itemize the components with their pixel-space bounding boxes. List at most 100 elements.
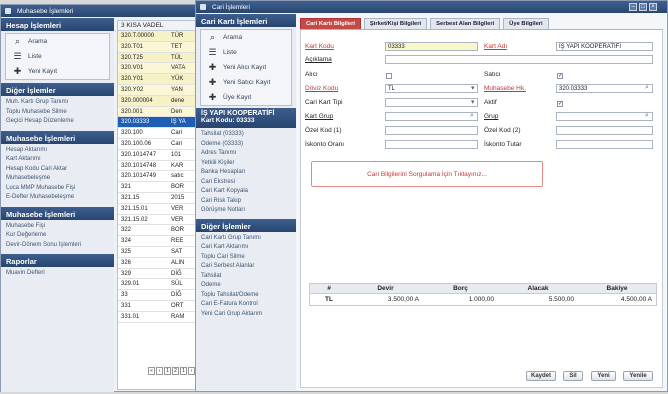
- cari-link[interactable]: Cari Serbest Alanlar: [196, 262, 296, 272]
- account-row[interactable]: 33 DİĞ: [118, 290, 200, 301]
- cari-link[interactable]: Adres Tanımı: [196, 149, 296, 159]
- sidebar-link[interactable]: Luca MMP Muhasebe Fişi: [1, 184, 114, 194]
- dropdown-arrow-icon[interactable]: ▾: [471, 84, 475, 92]
- account-row[interactable]: 320.T01 TET: [118, 41, 200, 53]
- sidebar-link[interactable]: Muh. Kartı Grup Tanımı: [1, 98, 114, 108]
- sidebar-link[interactable]: Toplu Muhasebe Silme: [1, 108, 114, 118]
- cari-link[interactable]: Cari Kartı Grup Tanımı: [196, 234, 296, 244]
- account-row[interactable]: 320.Y01 YÜK: [118, 74, 200, 85]
- account-row[interactable]: 326 ALIN: [118, 258, 200, 269]
- delete-button[interactable]: Sil: [563, 371, 583, 381]
- search-icon[interactable]: ⌕: [645, 84, 649, 92]
- new-button[interactable]: Yeni: [591, 371, 616, 381]
- account-row[interactable]: 325 SAT: [118, 247, 200, 258]
- sidebar-link[interactable]: Muavin Defteri: [1, 269, 114, 279]
- satici-checkbox[interactable]: ✓: [557, 73, 563, 79]
- yeni-kayit-button[interactable]: ✚ Yeni Kayıt: [6, 64, 109, 79]
- cari-link[interactable]: Yeni Cari Grup Aktarım: [196, 310, 296, 320]
- cari-kart-tipi-select[interactable]: [385, 98, 478, 107]
- sidebar-link[interactable]: Kur Değerleme: [1, 231, 114, 241]
- account-row[interactable]: 321 BOR: [118, 182, 200, 193]
- account-row[interactable]: 320.T25 TÜL: [118, 52, 200, 64]
- grup-input[interactable]: [556, 112, 653, 121]
- pager-button[interactable]: ›: [188, 367, 195, 375]
- cari-link[interactable]: Yetkili Kişiler: [196, 159, 296, 169]
- tab-uye-bilgileri[interactable]: Üye Bilgileri: [503, 18, 549, 29]
- account-row[interactable]: 329 DİĞ: [118, 269, 200, 280]
- account-row[interactable]: 331 ORT: [118, 301, 200, 312]
- pager-button[interactable]: 2: [172, 367, 179, 375]
- cari-link[interactable]: Cari Risk Takip: [196, 197, 296, 207]
- account-row[interactable]: 320.V01 VATA: [118, 63, 200, 75]
- cari-link[interactable]: Görüşme Notları: [196, 206, 296, 216]
- account-row[interactable]: 320.1014747 101: [118, 150, 200, 161]
- cari-link[interactable]: Banka Hesapları: [196, 168, 296, 178]
- iskonto-tutar-input[interactable]: [556, 140, 653, 149]
- account-row[interactable]: 321.15.02 VER: [118, 215, 200, 226]
- cari-link[interactable]: Tahsilat (03333): [196, 130, 296, 140]
- muhasebe-hk-input[interactable]: 320.03333: [556, 84, 653, 93]
- kart-kodu-input[interactable]: 03333: [385, 42, 478, 51]
- refresh-button[interactable]: Yenile: [623, 371, 653, 381]
- account-row[interactable]: 322 BOR: [118, 225, 200, 237]
- tab-sirket-kisi-bilgileri[interactable]: Şirket/Kişi Bilgileri: [363, 18, 428, 29]
- account-row[interactable]: 329.01 SÜL: [118, 279, 200, 291]
- account-row[interactable]: 320.000004 dene: [118, 95, 200, 107]
- iskonto-orani-input[interactable]: [385, 140, 478, 149]
- account-row[interactable]: 320.001 Den: [118, 106, 200, 118]
- account-row[interactable]: 321.15 2015: [118, 193, 200, 204]
- alici-checkbox[interactable]: [386, 73, 392, 79]
- kart-grup-input[interactable]: [385, 112, 478, 121]
- sidebar-link[interactable]: Hesap Aktarımı: [1, 146, 114, 156]
- account-row[interactable]: 320.100.06 Cari: [118, 139, 200, 150]
- account-row[interactable]: 320.1014749 satıc: [118, 171, 200, 183]
- search-icon[interactable]: ⌕: [470, 112, 474, 120]
- tab-cari-karti-bilgileri[interactable]: Cari Kartı Bilgileri: [300, 18, 361, 29]
- account-row[interactable]: 320.Y02 YAN: [118, 84, 200, 96]
- sidebar-link[interactable]: Muhasebeleşme: [1, 174, 114, 184]
- doviz-kodu-select[interactable]: TL: [385, 84, 478, 93]
- cari-link[interactable]: Toplu Cari Silme: [196, 253, 296, 263]
- uye-kayit-button[interactable]: ✚ Üye Kayıt: [201, 90, 291, 105]
- sidebar-link[interactable]: Kart Aktarımı: [1, 155, 114, 165]
- cari-sorgulama-button[interactable]: Cari Bilgilerini Sorgulama İçin Tıklayın…: [311, 161, 543, 187]
- cari-link[interactable]: Ödeme (03333): [196, 140, 296, 150]
- cari-arama-button[interactable]: ⌕ Arama: [201, 30, 291, 45]
- sidebar-link[interactable]: Muhasebe Fişi: [1, 222, 114, 232]
- yeni-satici-button[interactable]: ✚ Yeni Satıcı Kayıt: [201, 75, 291, 90]
- cari-link[interactable]: Tahsilat: [196, 272, 296, 282]
- ozel-kod-2-input[interactable]: [556, 126, 653, 135]
- aciklama-input[interactable]: [385, 55, 653, 64]
- pager-button[interactable]: «: [148, 367, 155, 375]
- dropdown-arrow-icon[interactable]: ▾: [471, 98, 475, 106]
- account-row[interactable]: 324 REE: [118, 236, 200, 247]
- pager-button[interactable]: ‹: [156, 367, 163, 375]
- account-row[interactable]: 321.15.01 VER: [118, 204, 200, 215]
- sidebar-link[interactable]: Geçici Hesap Düzenleme: [1, 117, 114, 127]
- cari-link[interactable]: Cari E-Fatura Kontrol: [196, 300, 296, 310]
- save-button[interactable]: Kaydet: [526, 371, 556, 381]
- minimize-icon[interactable]: ‒: [629, 3, 637, 11]
- yeni-alici-button[interactable]: ✚ Yeni Alıcı Kayıt: [201, 60, 291, 75]
- account-row[interactable]: 331.01 RAM: [118, 312, 200, 323]
- pager-button[interactable]: 1: [164, 367, 171, 375]
- maximize-icon[interactable]: □: [639, 3, 647, 11]
- account-row[interactable]: 320.T.00000 TÜR: [118, 31, 200, 42]
- pager-button[interactable]: 1: [180, 367, 187, 375]
- tab-serbest-alan-bilgileri[interactable]: Serbest Alan Bilgileri: [430, 18, 501, 29]
- kart-adi-input[interactable]: İŞ YAPI KOOPERATİFİ: [556, 42, 653, 51]
- sidebar-link[interactable]: E-Defter Muhasebeleşme: [1, 193, 114, 203]
- cari-liste-button[interactable]: ☰ Liste: [201, 45, 291, 60]
- account-row[interactable]: 320.100 Cari: [118, 128, 200, 139]
- account-row[interactable]: 320.1014748 KAR: [118, 161, 200, 172]
- cari-link[interactable]: Cari Ekstresi: [196, 178, 296, 188]
- liste-button[interactable]: ☰ Liste: [6, 49, 109, 64]
- arama-button[interactable]: ⌕ Arama: [6, 34, 109, 49]
- search-icon[interactable]: ⌕: [645, 112, 649, 120]
- sidebar-link[interactable]: Devir-Dönem Sonu İşlemleri: [1, 241, 114, 251]
- cari-link[interactable]: Ödeme: [196, 281, 296, 291]
- account-row[interactable]: 320.03333 İŞ YA: [118, 117, 200, 129]
- cari-link[interactable]: Cari Kart Aktarımı: [196, 243, 296, 253]
- aktif-checkbox[interactable]: ✓: [557, 101, 563, 107]
- sidebar-link[interactable]: Hesap Kodu Cari Aktar: [1, 165, 114, 175]
